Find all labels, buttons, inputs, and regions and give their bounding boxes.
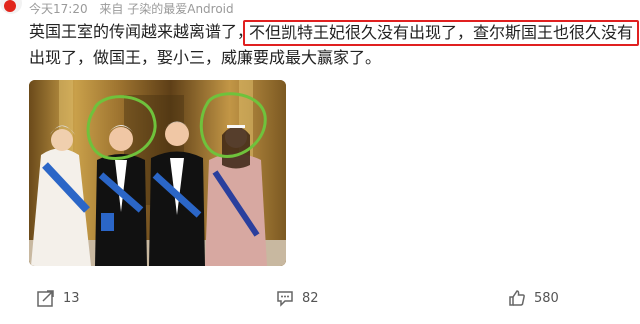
- action-bar: 13 82 580: [0, 285, 640, 311]
- like-icon: [509, 290, 525, 306]
- comment-count: 82: [302, 290, 319, 306]
- post-text-prefix: 英国王室的传闻越来越离谱了，: [29, 22, 254, 41]
- comment-button[interactable]: 82: [276, 285, 319, 311]
- like-count: 580: [534, 290, 559, 306]
- like-button[interactable]: 580: [508, 285, 559, 311]
- share-button[interactable]: 13: [37, 285, 80, 311]
- post-source[interactable]: 来自 子染的最爱Android: [99, 2, 233, 16]
- comment-icon: [277, 291, 293, 307]
- post-image[interactable]: [29, 80, 286, 266]
- share-icon: [37, 290, 54, 307]
- post-time: 今天17:20: [29, 2, 88, 16]
- weibo-avatar-icon[interactable]: [0, 0, 22, 14]
- share-count: 13: [63, 290, 80, 306]
- post-meta: 今天17:20 来自 子染的最爱Android: [29, 0, 242, 17]
- post-text-line2: 出现了，做国王，娶小三，威廉要成最大赢家了。: [29, 48, 382, 67]
- highlighted-text: 不但凯特王妃很久没有出现了，查尔斯国王也很久没有: [243, 20, 640, 46]
- royal-photo-illustration: [29, 80, 286, 266]
